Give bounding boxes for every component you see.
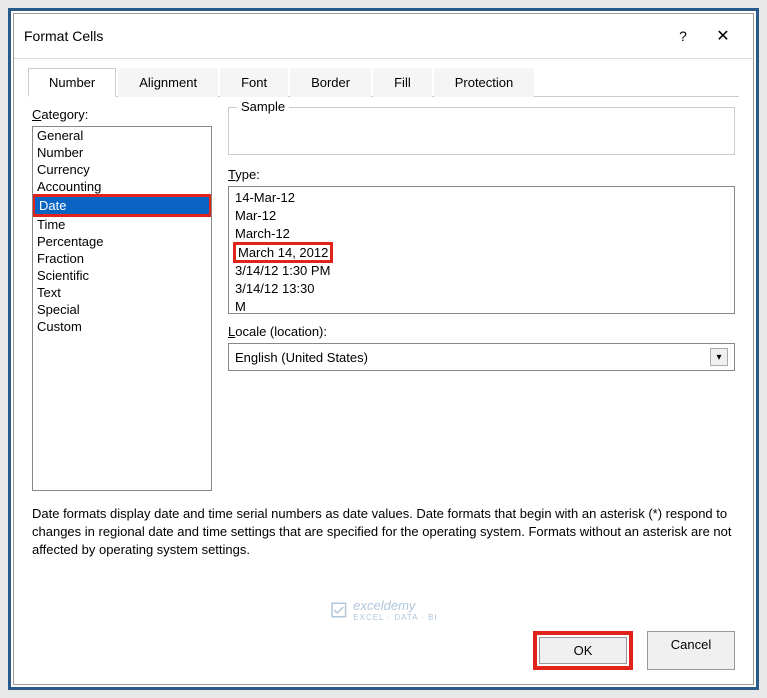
tab-number[interactable]: Number [28,68,116,97]
category-item-time[interactable]: Time [33,216,211,233]
category-item-accounting[interactable]: Accounting [33,178,211,195]
category-item-date[interactable]: Date [35,197,209,214]
chevron-down-icon: ▾ [710,348,728,366]
category-item-custom[interactable]: Custom [33,318,211,335]
cancel-button[interactable]: Cancel [647,631,735,670]
type-item[interactable]: 14-Mar-12 [233,189,730,207]
close-button[interactable]: ✕ [703,22,743,50]
tab-strip: Number Alignment Font Border Fill Protec… [28,67,739,97]
sample-label: Sample [237,99,289,114]
tab-font[interactable]: Font [220,68,288,97]
category-label: Category: [32,107,212,122]
help-button[interactable]: ? [663,22,703,50]
category-item-currency[interactable]: Currency [33,161,211,178]
locale-value: English (United States) [235,350,368,365]
format-cells-dialog: Format Cells ? ✕ Number Alignment Font B… [13,13,754,685]
category-item-special[interactable]: Special [33,301,211,318]
dialog-title: Format Cells [24,28,663,44]
sample-group: Sample [228,107,735,155]
watermark: exceldemy EXCEL · DATA · BI [329,598,437,622]
category-item-percentage[interactable]: Percentage [33,233,211,250]
category-listbox[interactable]: General Number Currency Accounting Date … [32,126,212,491]
type-item[interactable]: M [233,298,730,314]
locale-select[interactable]: English (United States) ▾ [228,343,735,371]
locale-label: Locale (location): [228,324,735,339]
titlebar: Format Cells ? ✕ [14,14,753,59]
type-item[interactable]: Mar-12 [233,207,730,225]
type-item-highlighted[interactable]: March 14, 2012 [236,245,330,260]
type-listbox[interactable]: 14-Mar-12 Mar-12 March-12 March 14, 2012… [228,186,735,314]
type-item[interactable]: 3/14/12 13:30 [233,280,730,298]
type-item[interactable]: March-12 [233,225,730,243]
category-item-general[interactable]: General [33,127,211,144]
tab-protection[interactable]: Protection [434,68,535,97]
ok-button[interactable]: OK [539,637,627,664]
tab-fill[interactable]: Fill [373,68,432,97]
category-item-text[interactable]: Text [33,284,211,301]
watermark-icon [329,601,347,619]
category-item-fraction[interactable]: Fraction [33,250,211,267]
button-row: OK Cancel [14,617,753,684]
category-item-scientific[interactable]: Scientific [33,267,211,284]
tab-alignment[interactable]: Alignment [118,68,218,97]
category-item-number[interactable]: Number [33,144,211,161]
format-description: Date formats display date and time seria… [32,505,735,560]
type-item[interactable]: 3/14/12 1:30 PM [233,262,730,280]
tab-border[interactable]: Border [290,68,371,97]
type-label: Type: [228,167,735,182]
